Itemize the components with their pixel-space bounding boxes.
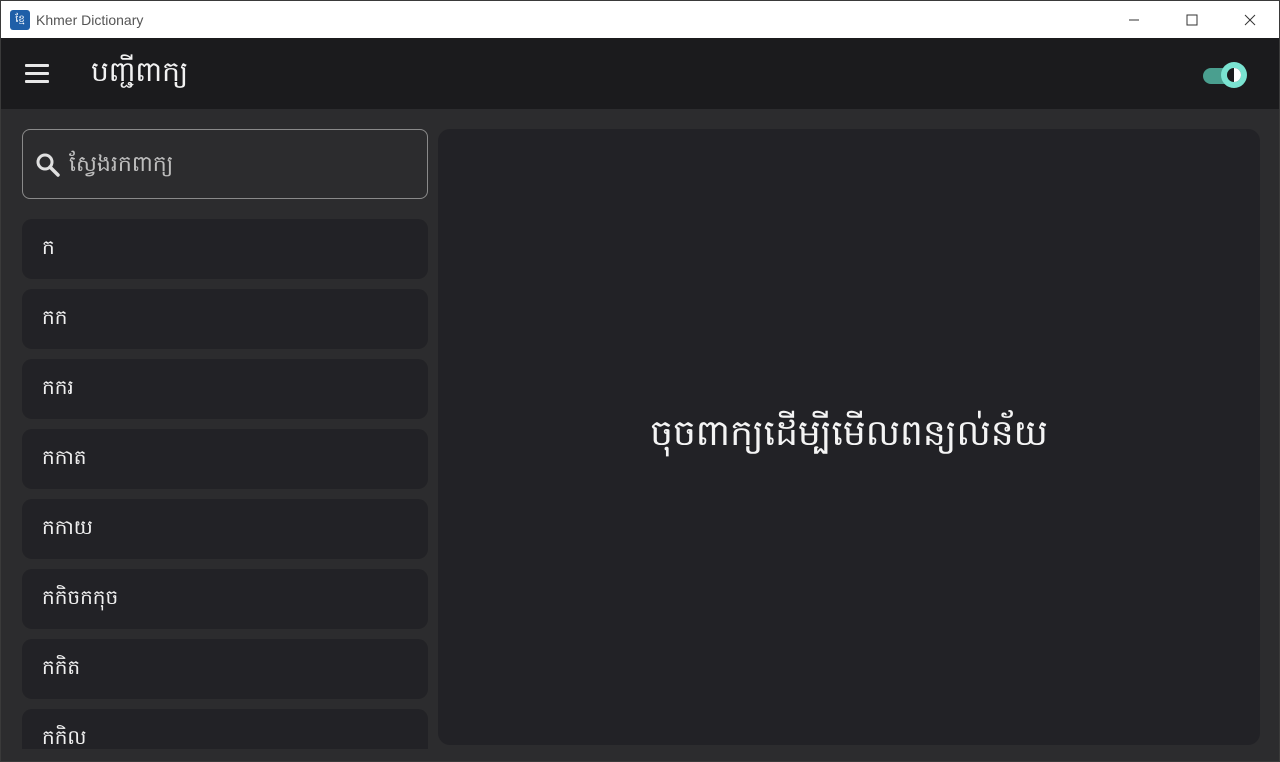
maximize-button[interactable] bbox=[1163, 1, 1221, 38]
list-item[interactable]: កកិត bbox=[22, 639, 428, 699]
toggle-knob bbox=[1221, 62, 1247, 88]
dark-mode-icon bbox=[1227, 68, 1241, 82]
theme-toggle[interactable] bbox=[1201, 62, 1249, 88]
minimize-button[interactable] bbox=[1105, 1, 1163, 38]
search-icon bbox=[36, 153, 60, 177]
title-bar: ខ្មែ Khmer Dictionary bbox=[1, 1, 1279, 38]
close-icon bbox=[1244, 14, 1256, 25]
window-title: Khmer Dictionary bbox=[36, 11, 144, 28]
definition-panel: ចុចពាក្យដើម្បីមើលពន្យល់ន័យ bbox=[438, 129, 1260, 745]
minimize-icon bbox=[1129, 19, 1139, 20]
page-title: បញ្ជីពាក្យ bbox=[91, 55, 189, 88]
app-bar: បញ្ជីពាក្យ bbox=[1, 38, 1279, 109]
list-item[interactable]: កករ bbox=[22, 359, 428, 419]
close-button[interactable] bbox=[1221, 1, 1279, 38]
list-item[interactable]: កកិល bbox=[22, 709, 428, 749]
list-item[interactable]: ក bbox=[22, 219, 428, 279]
empty-state-message: ចុចពាក្យដើម្បីមើលពន្យល់ន័យ bbox=[650, 412, 1048, 454]
app-window: ខ្មែ Khmer Dictionary បញ្ជីពាក្យ ស្វែងរក… bbox=[0, 0, 1280, 762]
window-controls bbox=[1105, 1, 1279, 38]
list-item[interactable]: កកាត bbox=[22, 429, 428, 489]
hamburger-menu-icon[interactable] bbox=[23, 62, 51, 86]
maximize-icon bbox=[1186, 14, 1198, 25]
word-list: ក កក កករ កកាត កកាយ កកិចកកុច កកិត កកិល bbox=[22, 219, 428, 749]
list-item[interactable]: កកាយ bbox=[22, 499, 428, 559]
app-logo-icon: ខ្មែ bbox=[10, 9, 30, 30]
search-input[interactable] bbox=[69, 140, 419, 188]
list-item[interactable]: កក bbox=[22, 289, 428, 349]
list-item[interactable]: កកិចកកុច bbox=[22, 569, 428, 629]
search-box[interactable] bbox=[22, 129, 428, 199]
